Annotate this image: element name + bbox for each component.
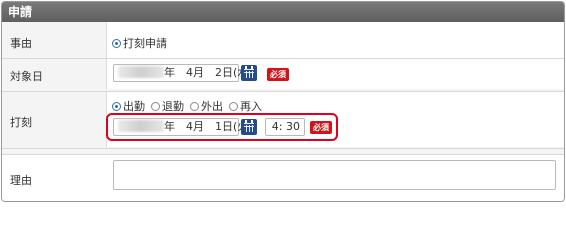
- calendar-icon[interactable]: [241, 65, 257, 81]
- target-date-text: 年 4月 2日(水): [164, 66, 253, 79]
- radio-clock-in[interactable]: 出勤: [112, 100, 151, 113]
- radio-icon[interactable]: [112, 39, 121, 48]
- radio-go-out[interactable]: 外出: [190, 100, 229, 113]
- reason-type-label: 事由: [10, 37, 32, 50]
- year-redacted: [118, 66, 164, 78]
- punch-date-field[interactable]: 年 4月 1日(火): [113, 118, 253, 136]
- radio-icon[interactable]: [112, 102, 121, 111]
- radio-punch-request-label: 打刻申請: [123, 37, 167, 50]
- reason-textarea[interactable]: [113, 160, 556, 190]
- punch-type-radio-group: 出勤 退勤 外出 再入: [112, 98, 268, 114]
- required-badge: 必須: [310, 121, 332, 134]
- panel-title: 申請: [2, 2, 564, 22]
- required-badge: 必須: [267, 68, 289, 81]
- radio-icon[interactable]: [229, 102, 238, 111]
- radio-icon[interactable]: [190, 102, 199, 111]
- punch-time-input[interactable]: 4: 30: [265, 118, 305, 136]
- reason-label: 理由: [10, 174, 32, 187]
- year-redacted: [118, 120, 164, 132]
- target-date-label: 対象日: [10, 70, 43, 83]
- radio-re-enter[interactable]: 再入: [229, 100, 268, 113]
- target-date-field[interactable]: 年 4月 2日(水): [113, 64, 253, 82]
- radio-icon[interactable]: [151, 102, 160, 111]
- punch-label: 打刻: [10, 116, 32, 129]
- radio-punch-request[interactable]: 打刻申請: [112, 35, 173, 51]
- punch-date-text: 年 4月 1日(火): [164, 120, 253, 133]
- calendar-icon[interactable]: [241, 119, 257, 135]
- reason-type-cell: [106, 22, 564, 62]
- divider: [2, 148, 564, 149]
- radio-clock-out[interactable]: 退勤: [151, 100, 190, 113]
- application-panel: 申請 事由 打刻申請 対象日 年 4月 2日(水) 必須 打刻 出勤 退勤 外出 再入…: [1, 1, 565, 202]
